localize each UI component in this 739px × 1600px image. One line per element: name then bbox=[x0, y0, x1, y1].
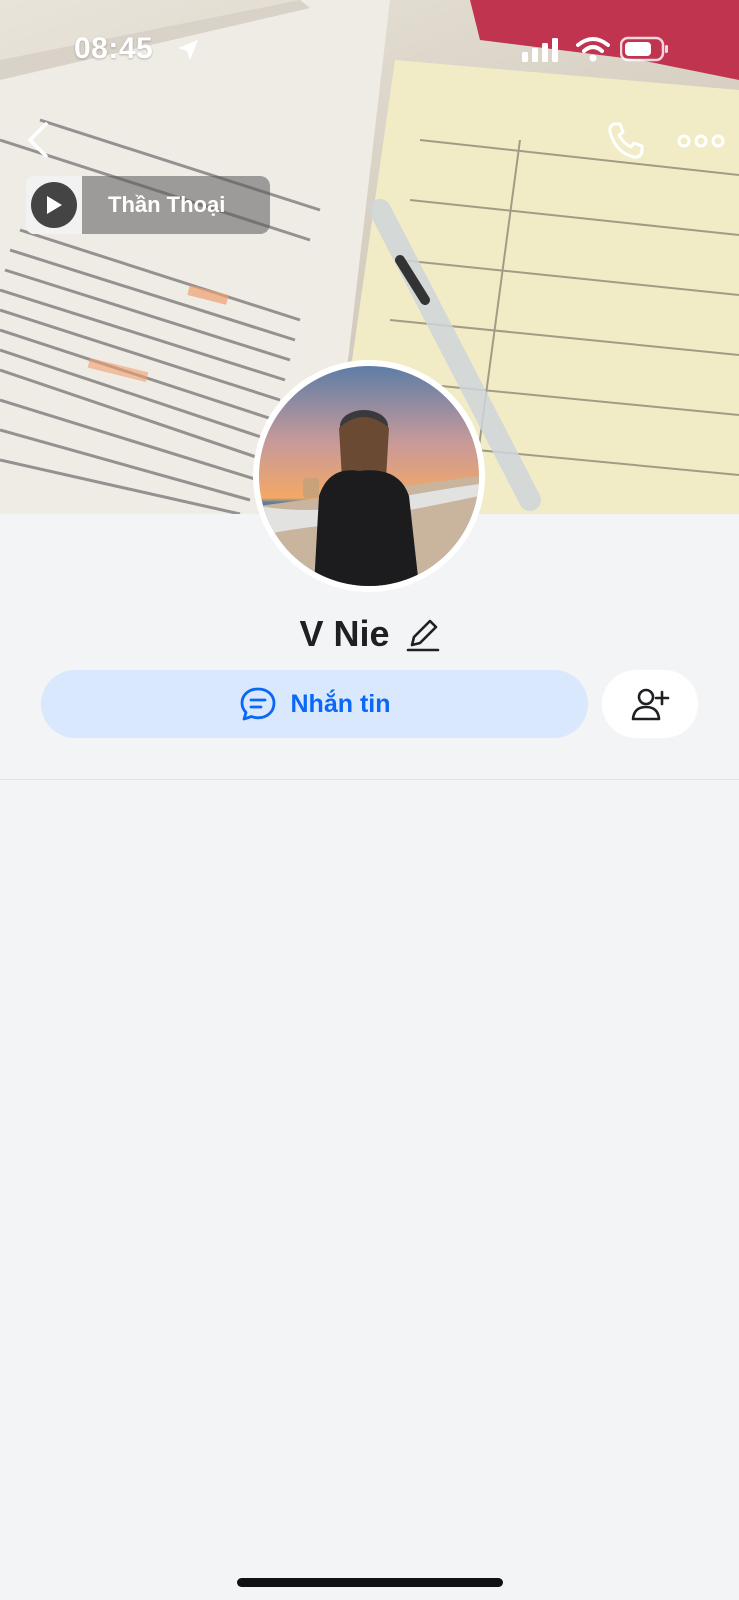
profile-name: V Nie bbox=[299, 613, 390, 654]
message-button-label: Nhắn tin bbox=[290, 689, 391, 718]
location-arrow-icon bbox=[178, 40, 198, 60]
avatar-image bbox=[259, 366, 479, 586]
pencil-icon[interactable] bbox=[406, 615, 440, 653]
more-options-icon[interactable] bbox=[676, 126, 726, 156]
wifi-icon bbox=[576, 37, 610, 62]
music-cover-thumbnail bbox=[26, 176, 82, 234]
music-title: Thần Thoại bbox=[108, 192, 226, 217]
profile-music-chip[interactable]: Thần Thoại bbox=[26, 176, 270, 234]
chat-bubble-icon bbox=[240, 687, 275, 721]
play-icon[interactable] bbox=[31, 182, 77, 228]
status-bar: 08:45 bbox=[0, 0, 739, 100]
add-friend-button[interactable] bbox=[602, 670, 698, 738]
profile-name-row: V Nie bbox=[0, 608, 739, 660]
section-divider bbox=[0, 779, 739, 780]
cellular-signal-icon bbox=[522, 38, 558, 62]
avatar[interactable] bbox=[253, 360, 485, 592]
status-time: 08:45 bbox=[74, 32, 154, 65]
home-indicator[interactable] bbox=[237, 1578, 503, 1587]
back-arrow-icon[interactable] bbox=[20, 118, 60, 162]
phone-icon[interactable] bbox=[604, 118, 648, 162]
battery-icon bbox=[620, 36, 668, 62]
add-user-icon bbox=[631, 688, 670, 721]
message-button[interactable]: Nhắn tin bbox=[41, 670, 588, 738]
